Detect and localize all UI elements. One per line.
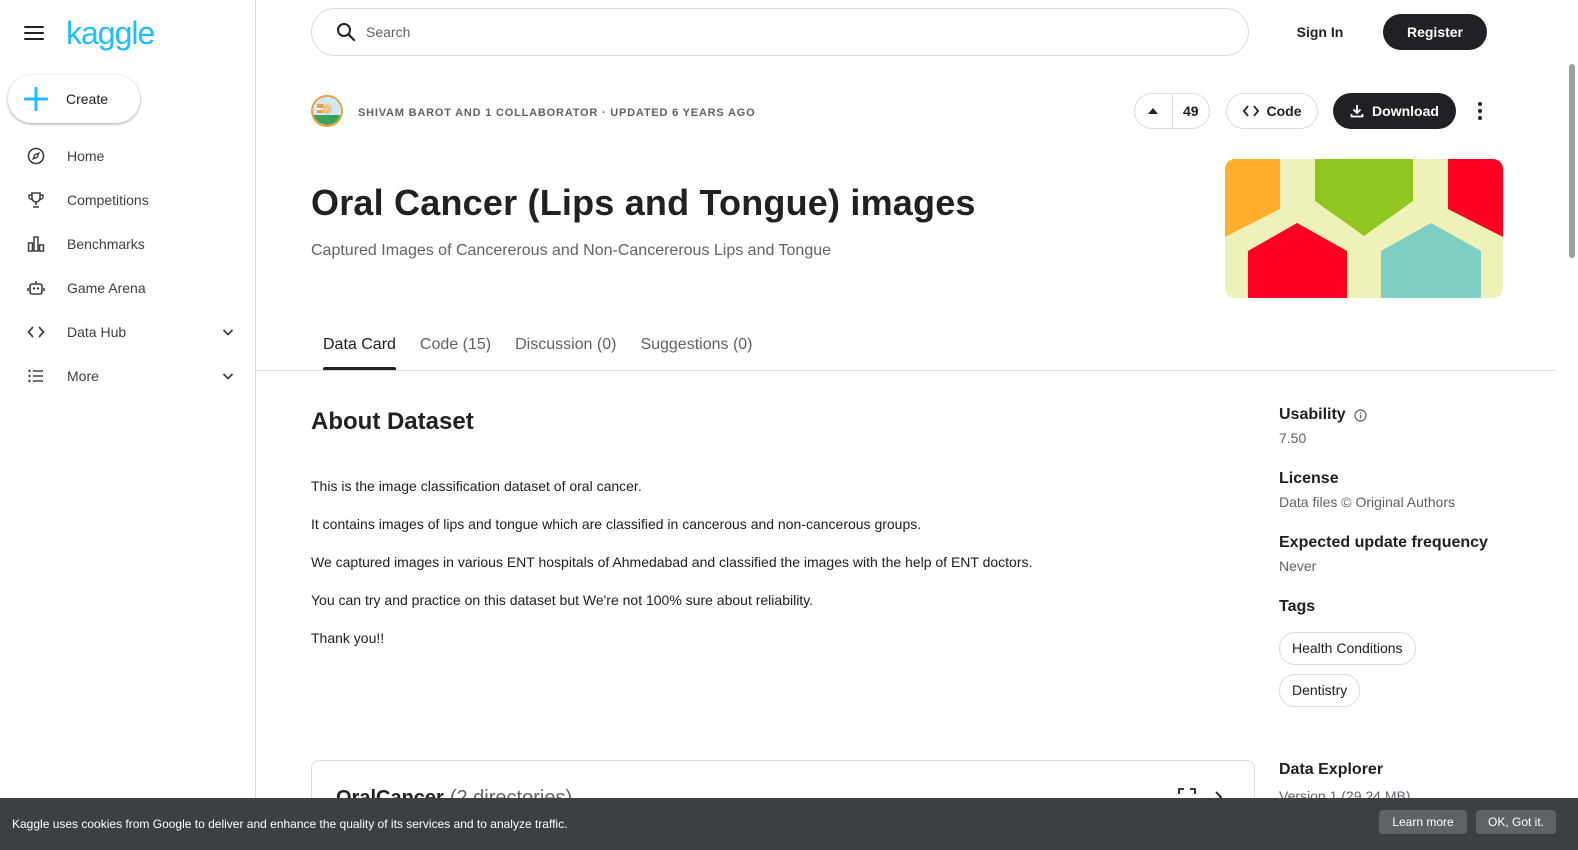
upvote-count: 49: [1182, 103, 1199, 119]
search-bar[interactable]: [311, 8, 1249, 56]
usability-heading: Usability: [1279, 406, 1539, 424]
sidebar-item-label: Home: [67, 148, 105, 164]
usability-value: 7.50: [1279, 430, 1307, 446]
tab-discussion[interactable]: Discussion (0): [503, 330, 628, 370]
frequency-value: Never: [1279, 558, 1317, 574]
data-explorer-title: Data Explorer: [1279, 761, 1384, 778]
download-button-label: Download: [1372, 103, 1439, 119]
more-options-icon[interactable]: [1466, 96, 1494, 126]
register-button[interactable]: Register: [1383, 14, 1487, 50]
sidebar-nav: Home Competitions Benchmarks Game Arena …: [0, 134, 256, 398]
about-paragraph: This is the image classification dataset…: [311, 478, 642, 494]
page-subtitle: Captured Images of Cancererous and Non-C…: [311, 242, 832, 259]
create-button[interactable]: Create: [8, 75, 140, 123]
frequency-block: Expected update frequency Never: [1279, 534, 1539, 574]
sidebar: kaggle Create Home Competitions Benchmar…: [0, 0, 256, 850]
author-avatar[interactable]: [311, 95, 343, 127]
sidebar-item-data-hub[interactable]: Data Hub: [0, 310, 256, 354]
tags-list: Health Conditions Dentistry: [1279, 632, 1539, 716]
list-icon: [26, 366, 46, 386]
tab-code[interactable]: Code (15): [408, 330, 503, 370]
sidebar-item-more[interactable]: More: [0, 354, 256, 398]
search-icon: [337, 23, 356, 42]
sidebar-item-home[interactable]: Home: [0, 134, 256, 178]
sidebar-item-label: Game Arena: [67, 280, 146, 296]
compass-icon: [26, 146, 46, 166]
about-paragraph: We captured images in various ENT hospit…: [311, 554, 1033, 570]
dataset-cover-image: [1225, 159, 1503, 298]
sign-in-button[interactable]: Sign In: [1281, 14, 1359, 50]
tab-data-card[interactable]: Data Card: [311, 330, 408, 370]
about-body: This is the image classification dataset…: [311, 476, 1211, 666]
hamburger-menu-icon[interactable]: [24, 16, 46, 50]
plus-icon: [8, 86, 64, 112]
license-label: License: [1279, 470, 1339, 487]
scrollbar-thumb[interactable]: [1569, 64, 1575, 258]
accept-cookies-button[interactable]: OK, Got it.: [1476, 810, 1556, 834]
tags-block: Tags Health Conditions Dentistry: [1279, 598, 1539, 716]
about-paragraph: You can try and practice on this dataset…: [311, 592, 814, 608]
dataset-tabs: Data Card Code (15) Discussion (0) Sugge…: [311, 330, 765, 370]
chevron-down-icon[interactable]: [220, 368, 236, 384]
download-button[interactable]: Download: [1333, 93, 1456, 129]
usability-block: Usability 7.50: [1279, 406, 1539, 446]
trophy-icon: [26, 190, 46, 210]
license-value[interactable]: Data files © Original Authors: [1279, 494, 1539, 510]
tag-dentistry[interactable]: Dentistry: [1279, 674, 1361, 707]
cookie-banner: Kaggle uses cookies from Google to deliv…: [0, 798, 1578, 850]
dataset-meta: Usability 7.50 License Data files © Orig…: [1279, 406, 1539, 740]
bar-chart-icon: [26, 234, 46, 254]
kaggle-logo[interactable]: kaggle: [66, 16, 155, 50]
avatar-image: [313, 97, 341, 125]
code-brackets-icon: [26, 322, 46, 342]
search-input[interactable]: [366, 24, 1166, 40]
sidebar-item-label: Competitions: [67, 192, 149, 208]
code-button-label: Code: [1266, 103, 1302, 119]
tags-label: Tags: [1279, 598, 1316, 615]
sidebar-item-benchmarks[interactable]: Benchmarks: [0, 222, 256, 266]
cookie-text: Kaggle uses cookies from Google to deliv…: [12, 817, 568, 831]
tag-health-conditions[interactable]: Health Conditions: [1279, 632, 1416, 665]
sidebar-item-competitions[interactable]: Competitions: [0, 178, 256, 222]
license-block: License Data files © Original Authors: [1279, 470, 1539, 510]
upvote-widget: 49: [1134, 93, 1210, 129]
robot-icon: [26, 278, 46, 298]
sidebar-item-label: Data Hub: [67, 324, 127, 340]
info-icon[interactable]: [1354, 408, 1367, 422]
upvote-button[interactable]: [1135, 94, 1173, 128]
code-button[interactable]: Code: [1226, 93, 1318, 129]
learn-more-button[interactable]: Learn more: [1379, 810, 1467, 834]
tabs-divider: [256, 370, 1556, 371]
sidebar-header: kaggle: [24, 16, 155, 50]
download-icon: [1350, 105, 1364, 118]
about-title: About Dataset: [311, 408, 474, 435]
page-title: Oral Cancer (Lips and Tongue) images: [311, 182, 976, 223]
author-line: SHIVAM BAROT AND 1 COLLABORATOR · UPDATE…: [358, 107, 756, 119]
usability-label: Usability: [1279, 406, 1346, 423]
sidebar-item-label: More: [67, 368, 99, 384]
chevron-down-icon[interactable]: [220, 324, 236, 340]
frequency-label: Expected update frequency: [1279, 534, 1488, 551]
caret-up-icon: [1148, 108, 1159, 114]
about-paragraph: It contains images of lips and tongue wh…: [311, 516, 922, 532]
tab-suggestions[interactable]: Suggestions (0): [628, 330, 764, 370]
about-paragraph: Thank you!!: [311, 630, 385, 646]
code-brackets-icon: [1242, 105, 1259, 117]
sidebar-item-label: Benchmarks: [67, 236, 145, 252]
sidebar-item-game-arena[interactable]: Game Arena: [0, 266, 256, 310]
scrollbar[interactable]: [1566, 0, 1578, 850]
create-label: Create: [66, 91, 109, 107]
